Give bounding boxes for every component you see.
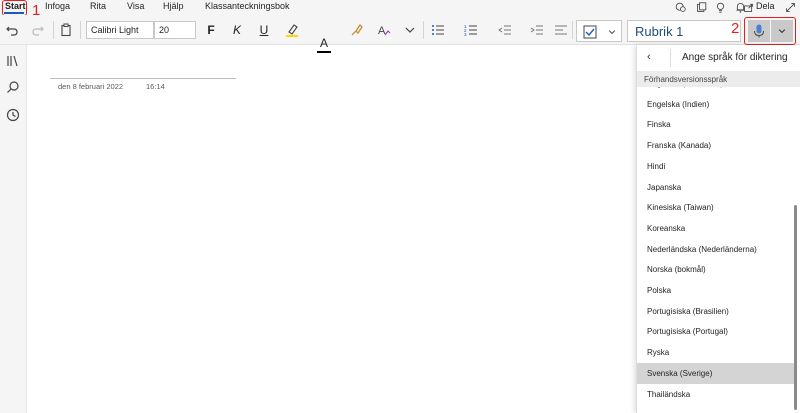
font-name-field[interactable]: Calibri Light bbox=[86, 21, 154, 39]
panel-header: ‹ Ange språk för diktering bbox=[637, 45, 800, 71]
language-option[interactable]: Norska (bokmål) bbox=[637, 259, 795, 280]
svg-text:A: A bbox=[378, 25, 386, 37]
language-option[interactable]: Polska bbox=[637, 280, 795, 301]
menu-klassanteckningsbok[interactable]: Klassanteckningsbok bbox=[205, 1, 290, 11]
back-chevron-icon[interactable]: ‹ bbox=[647, 51, 651, 63]
language-option[interactable]: Portugisiska (Portugal) bbox=[637, 321, 795, 342]
language-option[interactable]: Thailändska bbox=[637, 384, 795, 405]
language-option[interactable]: Svenska (Sverige) bbox=[637, 362, 795, 384]
decrease-indent-icon[interactable] bbox=[496, 21, 514, 39]
svg-text:3: 3 bbox=[464, 32, 467, 37]
navigation-rail bbox=[0, 45, 27, 413]
menu-rita[interactable]: Rita bbox=[90, 1, 106, 11]
annotation-box-start bbox=[2, 0, 27, 16]
chevron-down-icon[interactable] bbox=[401, 21, 419, 39]
clipboard-icon[interactable] bbox=[57, 21, 75, 39]
bold-button[interactable]: F bbox=[203, 21, 219, 39]
checkbox-tag-icon bbox=[583, 25, 597, 39]
notebooks-icon[interactable] bbox=[4, 52, 22, 70]
font-size-field[interactable]: 20 bbox=[154, 21, 196, 39]
share-icon[interactable] bbox=[741, 0, 755, 14]
language-option[interactable]: Hindi bbox=[637, 156, 795, 177]
chat-icon[interactable] bbox=[673, 0, 687, 14]
chevron-down-icon bbox=[608, 30, 616, 35]
redo-icon[interactable] bbox=[29, 21, 47, 39]
menu-visa[interactable]: Visa bbox=[127, 1, 144, 11]
increase-indent-icon[interactable] bbox=[528, 21, 546, 39]
language-option[interactable]: Finska bbox=[637, 114, 795, 135]
panel-scrollbar[interactable] bbox=[794, 205, 797, 410]
menu-hjalp[interactable]: Hjälp bbox=[163, 1, 184, 11]
ribbon-separator bbox=[423, 21, 424, 39]
font-size-value: 20 bbox=[159, 25, 170, 35]
ribbon-separator bbox=[572, 21, 573, 39]
expand-icon[interactable] bbox=[783, 0, 797, 14]
panel-header-separator bbox=[670, 49, 671, 67]
share-label[interactable]: Dela bbox=[756, 1, 775, 11]
annotation-number-two: 2 bbox=[731, 20, 740, 37]
menu-infoga[interactable]: Infoga bbox=[45, 1, 70, 11]
ribbon-separator bbox=[80, 21, 81, 39]
dictate-options-button[interactable] bbox=[771, 20, 793, 42]
search-icon[interactable] bbox=[4, 78, 22, 96]
page-title-line[interactable] bbox=[50, 78, 236, 79]
align-icon[interactable] bbox=[552, 21, 570, 39]
microphone-icon bbox=[754, 24, 764, 38]
page-date: den 8 februari 2022 bbox=[58, 82, 124, 91]
style-value: Rubrik 1 bbox=[635, 24, 684, 39]
language-option[interactable]: Franska (Kanada) bbox=[637, 135, 795, 156]
lightbulb-icon[interactable] bbox=[713, 0, 727, 14]
style-field[interactable]: Rubrik 1 bbox=[627, 20, 741, 42]
ribbon-toolbar: Calibri Light 20 F K U A A 123 Rubrik 1 bbox=[0, 15, 800, 53]
language-option[interactable]: Koreanska bbox=[637, 218, 795, 239]
language-option[interactable]: Portugisiska (Brasilien) bbox=[637, 301, 795, 322]
menu-bar: Start Infoga Rita Visa Hjälp Klassanteck… bbox=[0, 0, 800, 15]
panel-title: Ange språk för diktering bbox=[682, 52, 788, 63]
font-color-letter: A bbox=[319, 36, 328, 50]
language-option[interactable]: Nederländska (Nederländerna) bbox=[637, 239, 795, 260]
font-name-value: Calibri Light bbox=[91, 25, 139, 35]
recent-clock-icon[interactable] bbox=[4, 106, 22, 124]
dictate-button[interactable] bbox=[748, 20, 770, 42]
language-list: Engelska (Australien)Engelska (Indien)Fi… bbox=[637, 87, 795, 413]
preview-languages-heading: Förhandsversionsspråk bbox=[637, 71, 800, 87]
page-time: 16:14 bbox=[146, 82, 165, 91]
format-painter-icon[interactable] bbox=[348, 21, 366, 39]
numbered-list-icon[interactable]: 123 bbox=[462, 21, 480, 39]
dictation-language-panel: ‹ Ange språk för diktering Förhandsversi… bbox=[636, 45, 800, 413]
language-option[interactable]: Japanska bbox=[637, 177, 795, 198]
underline-button[interactable]: U bbox=[256, 21, 272, 39]
text-effects-icon[interactable]: A bbox=[375, 21, 393, 39]
highlighter-icon[interactable] bbox=[283, 21, 301, 39]
ribbon-separator bbox=[53, 21, 54, 39]
font-color-swatch bbox=[317, 51, 331, 53]
language-option[interactable]: Engelska (Indien) bbox=[637, 94, 795, 115]
language-option[interactable]: Ryska bbox=[637, 342, 795, 363]
language-option[interactable]: Kinesiska (Taiwan) bbox=[637, 197, 795, 218]
undo-icon[interactable] bbox=[3, 21, 21, 39]
copy-page-icon[interactable] bbox=[694, 0, 708, 14]
todo-tag-dropdown[interactable] bbox=[576, 20, 622, 42]
bullet-list-icon[interactable] bbox=[429, 21, 447, 39]
chevron-down-icon bbox=[778, 29, 786, 34]
italic-button[interactable]: K bbox=[229, 21, 245, 39]
font-color-button[interactable]: A bbox=[316, 36, 332, 54]
